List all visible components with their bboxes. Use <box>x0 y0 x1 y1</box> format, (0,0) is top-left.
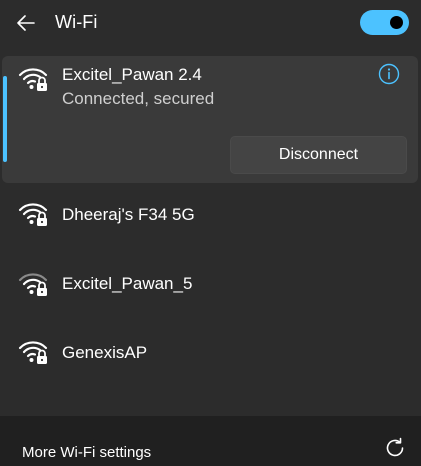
info-icon[interactable] <box>378 63 400 85</box>
more-wifi-settings-link[interactable]: More Wi-Fi settings <box>22 444 151 461</box>
wifi-secured-icon <box>18 203 48 226</box>
network-name: GenexisAP <box>62 343 148 362</box>
network-name: Excitel_Pawan_5 <box>62 274 193 293</box>
wifi-secured-icon <box>18 273 48 296</box>
back-button[interactable] <box>10 8 42 38</box>
wifi-panel: Wi-Fi Excitel_Pawan 2.4 Connected, secur… <box>0 0 421 466</box>
wifi-footer: More Wi-Fi settings <box>0 416 421 466</box>
wifi-secured-icon <box>18 341 48 364</box>
arrow-left-icon <box>17 15 35 31</box>
disconnect-button[interactable]: Disconnect <box>230 136 407 174</box>
connected-network-status: Connected, secured <box>62 89 215 108</box>
page-title: Wi-Fi <box>55 12 98 32</box>
toggle-knob <box>390 16 403 29</box>
wifi-header: Wi-Fi <box>0 0 421 46</box>
network-name: Dheeraj's F34 5G <box>62 205 195 224</box>
wifi-secured-icon <box>18 68 48 91</box>
refresh-icon[interactable] <box>384 437 406 459</box>
wifi-toggle[interactable] <box>360 10 409 35</box>
connected-network-name: Excitel_Pawan 2.4 <box>62 65 202 84</box>
selection-indicator <box>3 76 7 162</box>
